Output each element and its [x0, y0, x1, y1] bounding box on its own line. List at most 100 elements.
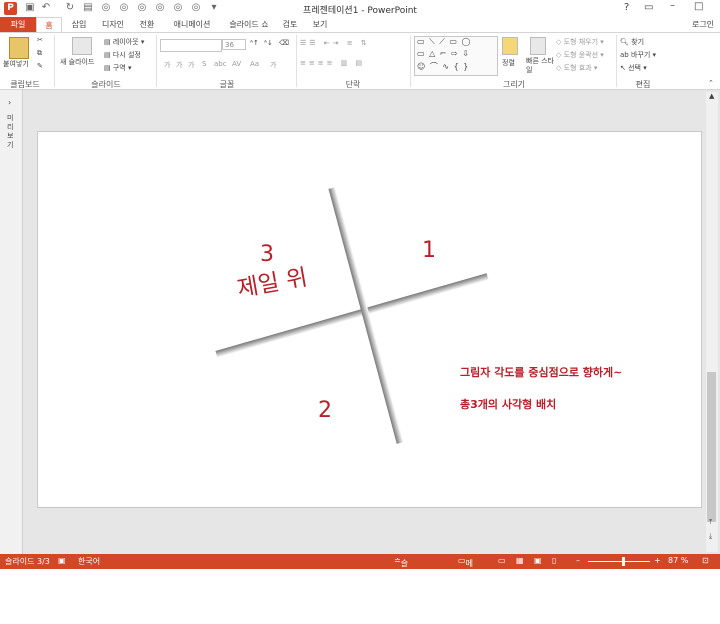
- format-painter-icon[interactable]: ✎: [37, 62, 43, 70]
- quadrant-2-number[interactable]: 2: [318, 398, 332, 423]
- help-button[interactable]: ?: [624, 2, 629, 13]
- find-button[interactable]: 🔍︎ 찾기: [620, 37, 644, 47]
- reset-icon: ▤: [104, 51, 113, 59]
- title-bar: P ▣ ↶ ↻ ▤ ◎ ◎ ◎ ◎ ◎ ◎ ▾ 프레젠테이션1 - PowerP…: [0, 0, 720, 17]
- tab-transitions[interactable]: 전환: [134, 17, 160, 32]
- arrange-icon[interactable]: [502, 37, 518, 55]
- scroll-thumb[interactable]: [707, 372, 716, 522]
- new-slide-button[interactable]: 새 슬라이드: [60, 57, 94, 67]
- shape-outline-button[interactable]: ◇ 도형 윤곽선 ▾: [556, 50, 604, 60]
- copy-icon[interactable]: ⧉: [37, 49, 42, 58]
- signin-link[interactable]: 로그인: [688, 17, 718, 32]
- reset-button[interactable]: ▤ 다시 설정: [104, 50, 141, 60]
- quadrant-3-label[interactable]: 제일 위: [234, 258, 310, 304]
- notes-button[interactable]: ≐ 슬라이드 노트: [394, 556, 408, 623]
- group-label-editing: 편집: [635, 80, 651, 89]
- tab-review[interactable]: 검토: [278, 17, 302, 32]
- section-button[interactable]: ▤ 구역 ▾: [104, 63, 131, 73]
- zoom-in-icon[interactable]: +: [654, 556, 661, 565]
- font-name-combobox[interactable]: [160, 39, 222, 52]
- shape-row-icons[interactable]: ☺ ⌒ ∿ { }: [417, 61, 469, 72]
- layout-button[interactable]: ▤ 레이아웃 ▾: [104, 37, 144, 47]
- select-button[interactable]: ↖ 선택 ▾: [620, 63, 647, 73]
- shape-row-icons[interactable]: ▭ △ ⌐ ⇨ ⇩: [417, 49, 470, 58]
- paste-button[interactable]: 붙여넣기: [3, 59, 29, 69]
- note-shadow-angle[interactable]: 그림자 각도를 중심점으로 향하게~: [460, 364, 622, 380]
- tab-insert[interactable]: 삽입: [66, 17, 92, 32]
- cut-icon[interactable]: ✂: [37, 36, 43, 44]
- tab-animations[interactable]: 애니메이션: [166, 17, 218, 32]
- arrange-button[interactable]: 정렬: [502, 58, 515, 68]
- replace-icon: ab: [620, 51, 631, 59]
- shape-effects-label: 도형 효과: [563, 64, 592, 72]
- slide-canvas[interactable]: 3 제일 위 1 2 그림자 각도를 중심점으로 향하게~ 총3개의 사각형 배…: [37, 131, 702, 508]
- strikethrough-button[interactable]: abc: [214, 60, 227, 68]
- quick-styles-button[interactable]: 빠른 스타일: [526, 57, 554, 75]
- tab-design[interactable]: 디자인: [98, 17, 128, 32]
- italic-button[interactable]: 가: [176, 60, 182, 70]
- status-bar: 슬라이드 3/3 ▣ 한국어 ≐ 슬라이드 노트 ▭ 메모 ▭ ▦ ▣ ▯ – …: [0, 554, 720, 623]
- font-color-button[interactable]: 가: [270, 60, 276, 70]
- increase-font-icon[interactable]: ᴬ↑: [250, 39, 259, 47]
- group-separator: [156, 35, 157, 87]
- change-case-button[interactable]: Aa: [250, 60, 259, 68]
- normal-view-icon[interactable]: ▭: [498, 556, 506, 565]
- note-three-rectangles[interactable]: 총3개의 사각형 배치: [460, 396, 556, 412]
- spellcheck-icon[interactable]: ▣: [58, 556, 66, 565]
- new-slide-icon[interactable]: [72, 37, 92, 55]
- shapes-gallery[interactable]: ▭ ⟍ ⟋ ▭ ◯ ▭ △ ⌐ ⇨ ⇩ ☺ ⌒ ∿ { }: [414, 36, 498, 76]
- decrease-font-icon[interactable]: ᴬ↓: [264, 39, 273, 47]
- quick-styles-icon[interactable]: [530, 37, 546, 55]
- char-spacing-button[interactable]: AV: [232, 60, 241, 68]
- font-size-combobox[interactable]: 36: [222, 39, 246, 50]
- zoom-slider-track[interactable]: [588, 561, 650, 562]
- shadow-button[interactable]: S: [202, 60, 206, 68]
- previous-slide-icon[interactable]: ⤒: [709, 518, 712, 527]
- collapse-ribbon-icon[interactable]: ⌃: [708, 79, 714, 87]
- quadrant-1-number[interactable]: 1: [422, 238, 436, 263]
- ribbon: 붙여넣기 ✂ ⧉ ✎ 클립보드 새 슬라이드 ▤ 레이아웃 ▾ ▤ 다시 설정 …: [0, 32, 720, 90]
- clear-format-icon[interactable]: ⌫: [279, 39, 289, 47]
- align-icons[interactable]: ≡≡≡≡ ▥ ▤: [300, 59, 365, 67]
- minimize-icon[interactable]: –: [670, 0, 675, 11]
- language-indicator[interactable]: 한국어: [78, 556, 100, 567]
- scroll-up-icon[interactable]: ▲: [709, 92, 714, 100]
- fit-slide-icon[interactable]: ⊡: [702, 556, 709, 565]
- reading-view-icon[interactable]: ▣: [534, 556, 542, 565]
- bold-button[interactable]: 가: [164, 60, 170, 70]
- group-label-paragraph: 단락: [345, 80, 361, 89]
- notes-label: 슬라이드 노트: [400, 559, 409, 623]
- ribbon-options-icon[interactable]: ▭: [644, 2, 653, 13]
- tab-view[interactable]: 보기: [308, 17, 332, 32]
- slideshow-view-icon[interactable]: ▯: [552, 556, 556, 565]
- group-label-font: 글꼴: [219, 80, 235, 89]
- ribbon-tabs: 파일 홈 삽입 디자인 전환 애니메이션 슬라이드 쇼 검토 보기 로그인: [0, 17, 720, 32]
- maximize-icon[interactable]: □: [694, 1, 703, 12]
- find-label: 찾기: [631, 38, 645, 46]
- vertical-scrollbar[interactable]: ▲ ⤒ ⤓: [706, 92, 718, 552]
- tab-slideshow[interactable]: 슬라이드 쇼: [224, 17, 274, 32]
- zoom-slider-thumb[interactable]: [622, 557, 626, 566]
- thumbnail-pane[interactable]: › 미리 보기: [0, 90, 23, 554]
- expand-pane-icon[interactable]: ›: [8, 98, 11, 107]
- tab-file[interactable]: 파일: [0, 17, 36, 32]
- shape-effects-button[interactable]: ◇ 도형 효과 ▾: [556, 63, 597, 73]
- layout-icon: ▤: [104, 38, 113, 46]
- list-icons[interactable]: ☰☰ ⇤⇥ ≡ ⇅: [300, 39, 370, 47]
- shape-fill-label: 도형 채우기: [563, 38, 599, 46]
- window-title: 프레젠테이션1 - PowerPoint: [303, 6, 417, 16]
- comments-label: 메모: [465, 559, 473, 579]
- zoom-out-icon[interactable]: –: [576, 556, 580, 565]
- next-slide-icon[interactable]: ⤓: [709, 532, 712, 541]
- replace-label: 바꾸기: [630, 51, 651, 59]
- replace-button[interactable]: ab 바꾸기 ▾: [620, 50, 656, 60]
- zoom-level[interactable]: 87 %: [668, 556, 688, 565]
- comments-button[interactable]: ▭ 메모: [458, 556, 473, 579]
- tab-home[interactable]: 홈: [36, 17, 62, 32]
- paste-icon[interactable]: [9, 37, 29, 59]
- shape-fill-button[interactable]: ◇ 도형 채우기 ▾: [556, 37, 604, 47]
- slide-sorter-icon[interactable]: ▦: [516, 556, 524, 565]
- underline-button[interactable]: 가: [188, 60, 194, 70]
- group-separator: [616, 35, 617, 87]
- shape-row-icons[interactable]: ▭ ⟍ ⟋ ▭ ◯: [417, 37, 471, 47]
